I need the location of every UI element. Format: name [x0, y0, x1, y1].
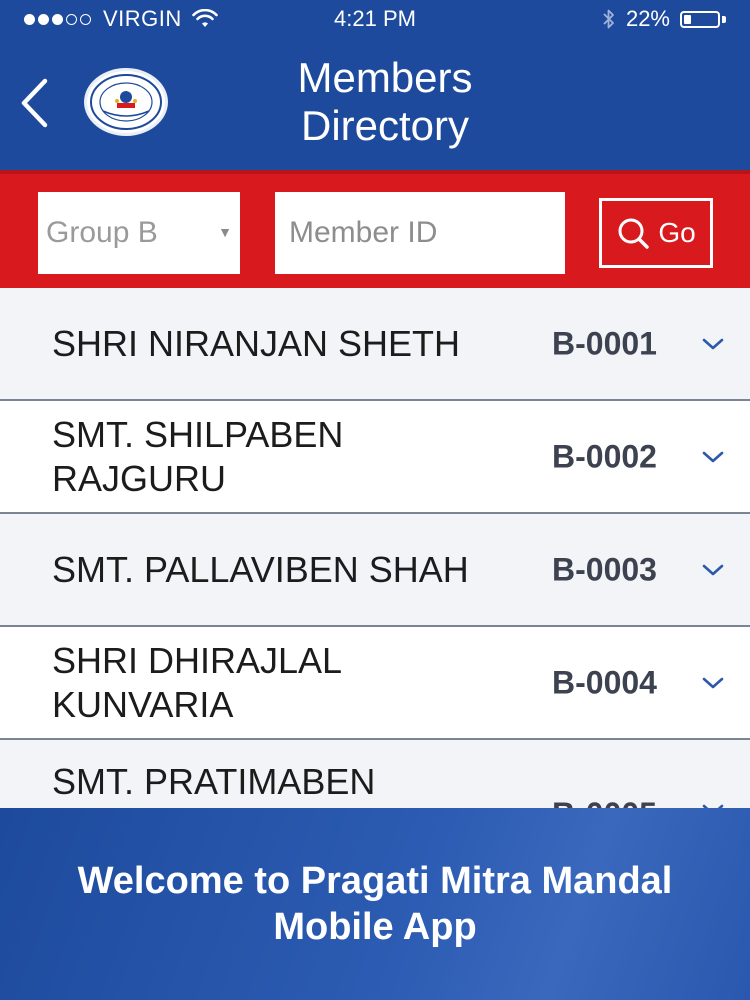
chevron-down-icon[interactable] — [700, 334, 726, 354]
search-icon — [618, 218, 650, 249]
chevron-down-icon[interactable] — [700, 673, 726, 693]
back-button[interactable] — [14, 74, 54, 132]
member-name: SHRI NIRANJAN SHETH — [52, 322, 461, 364]
bluetooth-icon — [603, 9, 614, 29]
chevron-down-icon[interactable] — [700, 800, 726, 808]
app-header: Members Directory — [0, 36, 750, 170]
member-id-input[interactable] — [275, 192, 565, 274]
status-right: 22% — [602, 6, 726, 32]
member-name: SHRI DHIRAJLAL KUNVARIA — [52, 639, 341, 725]
member-name: SMT. PALLAVIBEN SHAH — [52, 548, 469, 590]
dropdown-caret-icon: ▼ — [218, 224, 232, 240]
chevron-left-icon — [21, 78, 48, 128]
group-select-value: Group B — [46, 216, 158, 249]
page-title: Members Directory — [297, 54, 473, 149]
search-bar: Group B ▼ Go — [0, 170, 750, 288]
member-id: B-0003 — [552, 551, 657, 587]
group-select[interactable]: Group B ▼ — [38, 192, 240, 274]
welcome-banner: Welcome to Pragati Mitra Mandal Mobile A… — [0, 808, 750, 1000]
member-row[interactable]: SMT. PALLAVIBEN SHAH B-0003 — [0, 514, 750, 627]
member-id: B-0004 — [552, 664, 657, 700]
status-bar: VIRGIN 4:21 PM 22% — [0, 0, 750, 36]
member-row[interactable]: SMT. PRATIMABEN PANDYA B-0005 — [0, 740, 750, 808]
chevron-down-icon[interactable] — [700, 447, 726, 467]
logo-emblem-icon — [90, 74, 162, 130]
battery-percent: 22% — [625, 6, 670, 31]
organization-logo — [84, 68, 168, 136]
chevron-down-icon[interactable] — [700, 560, 726, 580]
member-row[interactable]: SMT. SHILPABEN RAJGURU B-0002 — [0, 401, 750, 514]
member-id: B-0001 — [552, 325, 657, 361]
welcome-message: Welcome to Pragati Mitra Mandal Mobile A… — [77, 860, 673, 948]
member-row[interactable]: SHRI NIRANJAN SHETH B-0001 — [0, 288, 750, 401]
member-id: B-0002 — [552, 438, 657, 474]
go-button-label: Go — [658, 217, 696, 248]
go-button[interactable]: Go — [599, 198, 713, 268]
member-row[interactable]: SHRI DHIRAJLAL KUNVARIA B-0004 — [0, 627, 750, 740]
member-id: B-0005 — [552, 796, 657, 808]
member-name: SMT. PRATIMABEN PANDYA — [52, 761, 376, 808]
battery-icon — [680, 9, 726, 29]
member-list[interactable]: SHRI NIRANJAN SHETH B-0001 SMT. SHILPABE… — [0, 288, 750, 808]
member-name: SMT. SHILPABEN RAJGURU — [52, 413, 344, 499]
